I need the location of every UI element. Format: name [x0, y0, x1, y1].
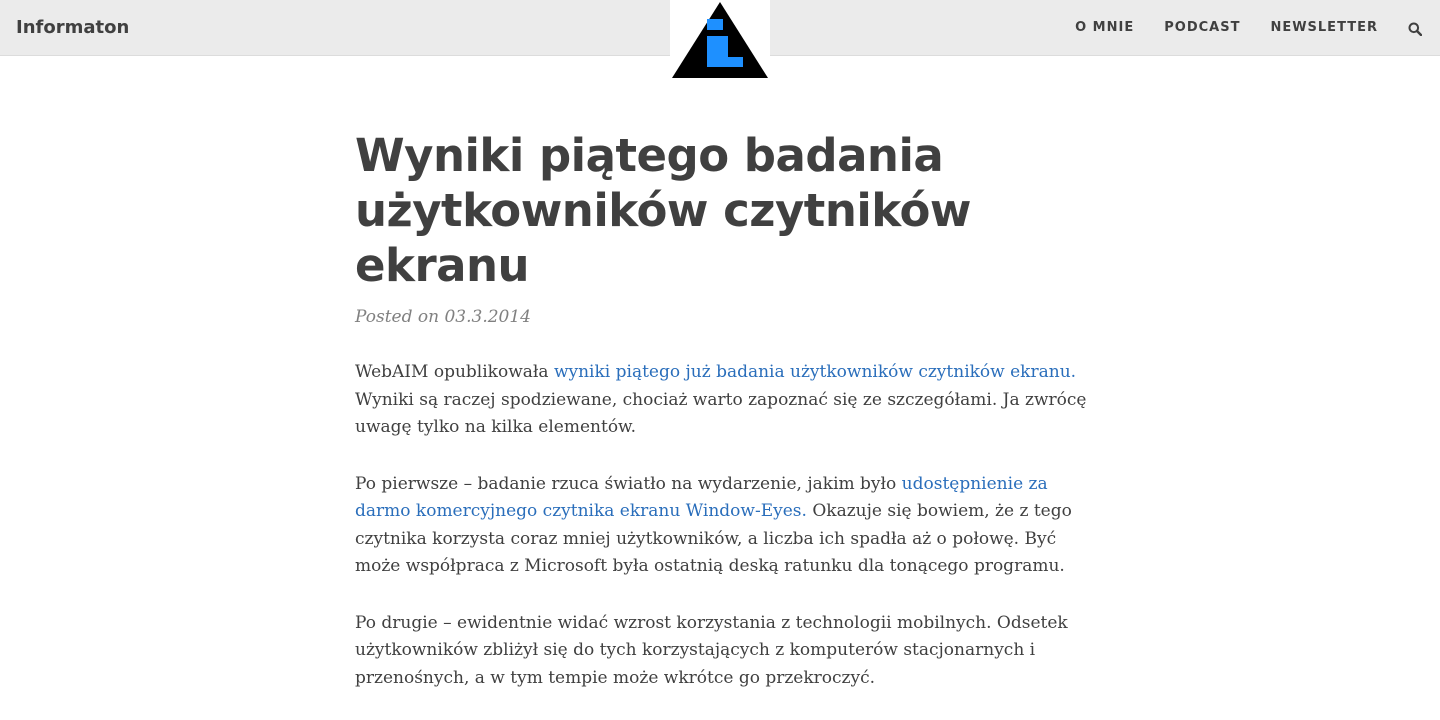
paragraph-1-text-b: Wyniki są raczej spodziewane, chociaż wa… [355, 389, 1087, 438]
nav-item-podcast[interactable]: PODCAST [1164, 18, 1240, 38]
link-webaim-survey[interactable]: wyniki piątego już badania użytkowników … [554, 362, 1076, 382]
paragraph-3: Po drugie – ewidentnie widać wzrost korz… [355, 612, 1068, 688]
site-header: Informaton O MNIE PODCAST NEWSLETTER [0, 0, 1440, 80]
article: Wyniki piątego badania użytkowników czyt… [355, 128, 1095, 720]
post-title-line-2: użytkowników czytników [355, 184, 972, 237]
nav-item-newsletter[interactable]: NEWSLETTER [1270, 18, 1378, 38]
site-logo[interactable] [670, 0, 770, 80]
paragraph-1: WebAIM opublikowała wyniki piątego już b… [355, 359, 1095, 442]
post-date: Posted on 03.3.2014 [355, 307, 531, 327]
post-body: WebAIM opublikowała wyniki piątego już b… [355, 359, 1095, 692]
main-nav: O MNIE PODCAST NEWSLETTER [1075, 0, 1440, 56]
post-title-line-1: Wyniki piątego badania [355, 129, 944, 182]
paragraph-2-text-a: Po pierwsze – badanie rzuca światło na w… [355, 473, 902, 494]
paragraph-1-text-a: WebAIM opublikowała [355, 362, 554, 382]
search-icon[interactable] [1408, 21, 1423, 37]
nav-item-o-mnie[interactable]: O MNIE [1075, 18, 1134, 38]
post-title: Wyniki piątego badania użytkowników czyt… [355, 128, 1095, 293]
paragraph-2: Po pierwsze – badanie rzuca światło na w… [355, 471, 1095, 581]
post-title-line-3: ekranu [355, 239, 530, 292]
site-brand-link[interactable]: Informaton [16, 16, 129, 40]
info-triangle-icon [672, 2, 768, 78]
